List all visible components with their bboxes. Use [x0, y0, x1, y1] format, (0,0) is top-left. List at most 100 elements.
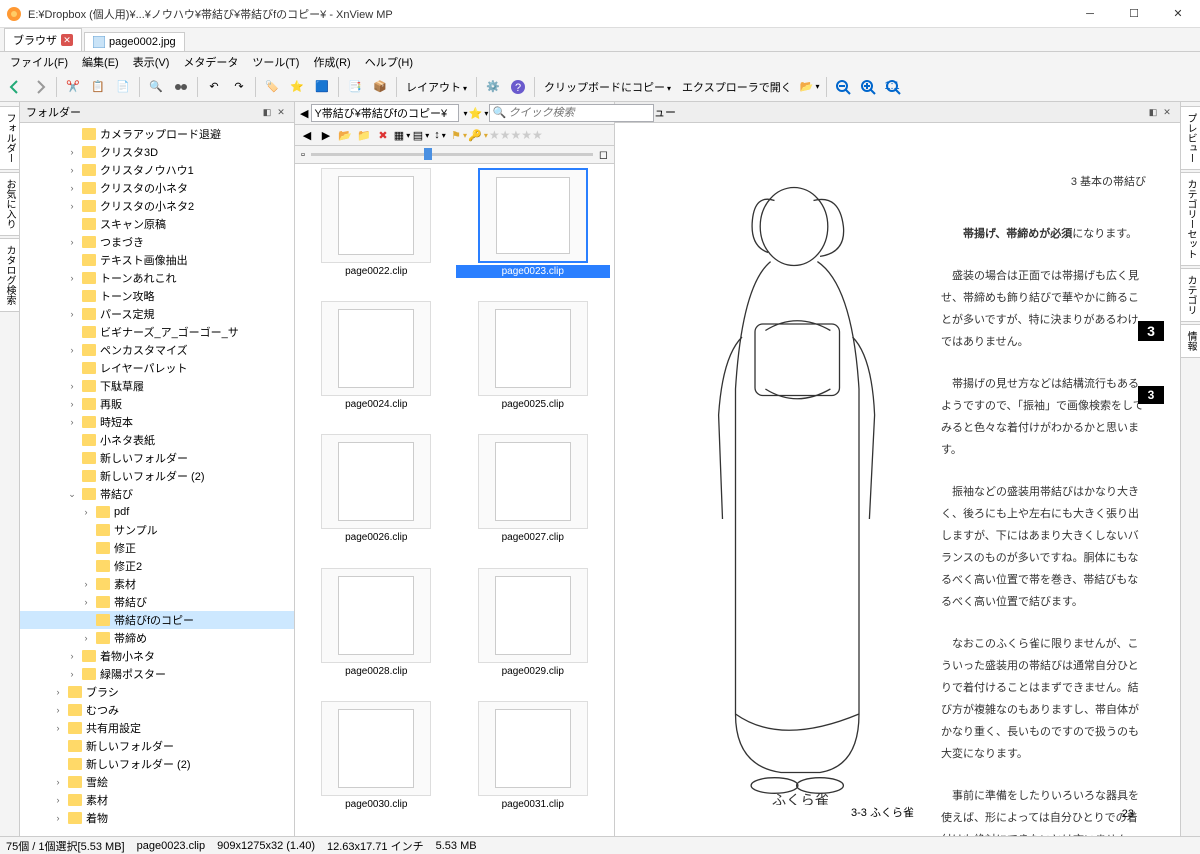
tree-item[interactable]: ›クリスタの小ネタ2 [20, 197, 294, 215]
tree-item[interactable]: ›クリスタノウハウ1 [20, 161, 294, 179]
folder-tree[interactable]: カメラアップロード退避›クリスタ3D›クリスタノウハウ1›クリスタの小ネタ›クリ… [20, 123, 294, 836]
thumbnail-item[interactable]: page0022.clip [299, 168, 454, 299]
tree-item[interactable]: ›帯締め [20, 629, 294, 647]
tree-item[interactable]: ›パース定規 [20, 305, 294, 323]
tab-browser[interactable]: ブラウザ ✕ [4, 28, 82, 51]
view-mode-icon[interactable]: ▤▾ [413, 127, 429, 143]
menu-file[interactable]: ファイル(F) [4, 52, 74, 72]
maximize-button[interactable]: ☐ [1112, 0, 1156, 28]
tree-item[interactable]: ›クリスタの小ネタ [20, 179, 294, 197]
tree-item[interactable]: ›雪絵 [20, 773, 294, 791]
path-dropdown-icon[interactable]: ▾ [463, 109, 467, 118]
rating-stars[interactable]: ★★★★★ [489, 128, 543, 142]
new-folder-icon[interactable]: 📁 [356, 127, 372, 143]
paste-icon[interactable]: 📄 [112, 76, 134, 98]
minimize-button[interactable]: ─ [1068, 0, 1112, 28]
tree-item[interactable]: ›下駄草履 [20, 377, 294, 395]
slider-thumb[interactable] [424, 148, 432, 160]
layout-dropdown[interactable]: レイアウト▾ [402, 79, 471, 95]
tree-item[interactable]: ›着物 [20, 809, 294, 827]
search-icon[interactable]: 🔍 [145, 76, 167, 98]
panel-float-icon[interactable]: ◧ [260, 105, 274, 119]
thumbnail-item[interactable]: page0029.clip [456, 568, 611, 699]
tree-item[interactable]: サンプル [20, 521, 294, 539]
menu-metadata[interactable]: メタデータ [177, 52, 244, 72]
tree-item[interactable]: ビギナーズ_ア_ゴーゴー_サ [20, 323, 294, 341]
key-icon[interactable]: 🔑▾ [470, 127, 486, 143]
tree-item[interactable]: レイヤーパレット [20, 359, 294, 377]
cut-icon[interactable]: ✂️ [62, 76, 84, 98]
panel-close-icon[interactable]: ✕ [274, 105, 288, 119]
close-icon[interactable]: ✕ [61, 34, 73, 46]
color-label-icon[interactable]: 🟦 [311, 76, 333, 98]
thumbnail-item[interactable]: page0023.clip [456, 168, 611, 299]
clipboard-copy-button[interactable]: クリップボードにコピー▾ [540, 79, 675, 95]
thumbnail-item[interactable]: page0024.clip [299, 301, 454, 432]
thumbnail-grid[interactable]: page0022.clippage0023.clippage0024.clipp… [295, 164, 614, 836]
binoculars-icon[interactable] [170, 76, 192, 98]
side-tab-favorites[interactable]: お気に入り [0, 172, 20, 236]
menu-tools[interactable]: ツール(T) [246, 52, 305, 72]
delete-icon[interactable]: ✖ [375, 127, 391, 143]
tree-item[interactable]: ›素材 [20, 791, 294, 809]
path-input[interactable] [311, 104, 459, 122]
menu-create[interactable]: 作成(R) [307, 52, 356, 72]
tree-item[interactable]: 新しいフォルダー [20, 449, 294, 467]
tree-item[interactable]: テキスト画像抽出 [20, 251, 294, 269]
nav-next-icon[interactable]: ▶ [318, 127, 334, 143]
tree-item[interactable]: ›pdf [20, 503, 294, 521]
back-icon[interactable] [4, 76, 26, 98]
tree-item[interactable]: トーン攻略 [20, 287, 294, 305]
rating-icon[interactable]: ⭐ [286, 76, 308, 98]
tree-item[interactable]: 新しいフォルダー [20, 737, 294, 755]
tree-item[interactable]: ›帯結び [20, 593, 294, 611]
tree-item[interactable]: 小ネタ表紙 [20, 431, 294, 449]
thumbnail-item[interactable]: page0031.clip [456, 701, 611, 832]
tab-file[interactable]: page0002.jpg [84, 32, 185, 51]
tree-item[interactable]: ›緑陽ポスター [20, 665, 294, 683]
tree-item[interactable]: ›むつみ [20, 701, 294, 719]
nav-prev-icon[interactable]: ◀ [299, 127, 315, 143]
tree-item[interactable]: 修正2 [20, 557, 294, 575]
close-button[interactable]: ✕ [1156, 0, 1200, 28]
zoom-in-icon[interactable] [857, 76, 879, 98]
zoom-actual-icon[interactable]: 1:1 [882, 76, 904, 98]
side-tab-preview[interactable]: プレビュー [1180, 106, 1200, 170]
thumbnail-item[interactable]: page0027.clip [456, 434, 611, 565]
tree-item[interactable]: スキャン原稿 [20, 215, 294, 233]
rotate-right-icon[interactable]: ↷ [228, 76, 250, 98]
copy-icon[interactable]: 📋 [87, 76, 109, 98]
tree-item[interactable]: ›共有用設定 [20, 719, 294, 737]
menu-help[interactable]: ヘルプ(H) [359, 52, 419, 72]
nav-back-icon[interactable]: ◀ [299, 104, 309, 122]
thumbnail-item[interactable]: page0028.clip [299, 568, 454, 699]
zoom-out-icon[interactable] [832, 76, 854, 98]
tree-item[interactable]: 帯結びfのコピー [20, 611, 294, 629]
tree-item[interactable]: ›再販 [20, 395, 294, 413]
sort-icon[interactable]: ↕▾ [432, 127, 448, 143]
thumb-size-slider[interactable]: ▫ ◻ [295, 146, 614, 164]
preview-body[interactable]: ふくら雀 3 基本の帯結び 帯揚げ、帯締めが必須になります。 盛装の場合は正面で… [615, 123, 1180, 836]
thumbnail-item[interactable]: page0030.clip [299, 701, 454, 832]
favorite-icon[interactable]: ⭐▾ [469, 104, 487, 122]
side-tab-folder[interactable]: フォルダー [0, 106, 20, 170]
tree-item[interactable]: ›トーンあれこれ [20, 269, 294, 287]
tree-item[interactable]: ›ブラシ [20, 683, 294, 701]
tree-item[interactable]: ›時短本 [20, 413, 294, 431]
tree-item[interactable]: カメラアップロード退避 [20, 125, 294, 143]
panel-float-icon[interactable]: ◧ [1146, 105, 1160, 119]
help-icon[interactable]: ? [507, 76, 529, 98]
open-explorer-button[interactable]: エクスプローラで開く [678, 79, 796, 95]
tree-item[interactable]: ⌄帯結び [20, 485, 294, 503]
tree-item[interactable]: ›素材 [20, 575, 294, 593]
forward-icon[interactable] [29, 76, 51, 98]
tag-icon[interactable]: 🏷️ [261, 76, 283, 98]
menu-view[interactable]: 表示(V) [127, 52, 176, 72]
tree-item[interactable]: ›着物小ネタ [20, 647, 294, 665]
menu-edit[interactable]: 編集(E) [76, 52, 125, 72]
quick-search-input[interactable] [489, 104, 654, 122]
thumbnail-item[interactable]: page0025.clip [456, 301, 611, 432]
settings-icon[interactable]: ⚙️ [482, 76, 504, 98]
open-folder-icon[interactable]: 📂 [337, 127, 353, 143]
tree-item[interactable]: 新しいフォルダー (2) [20, 467, 294, 485]
